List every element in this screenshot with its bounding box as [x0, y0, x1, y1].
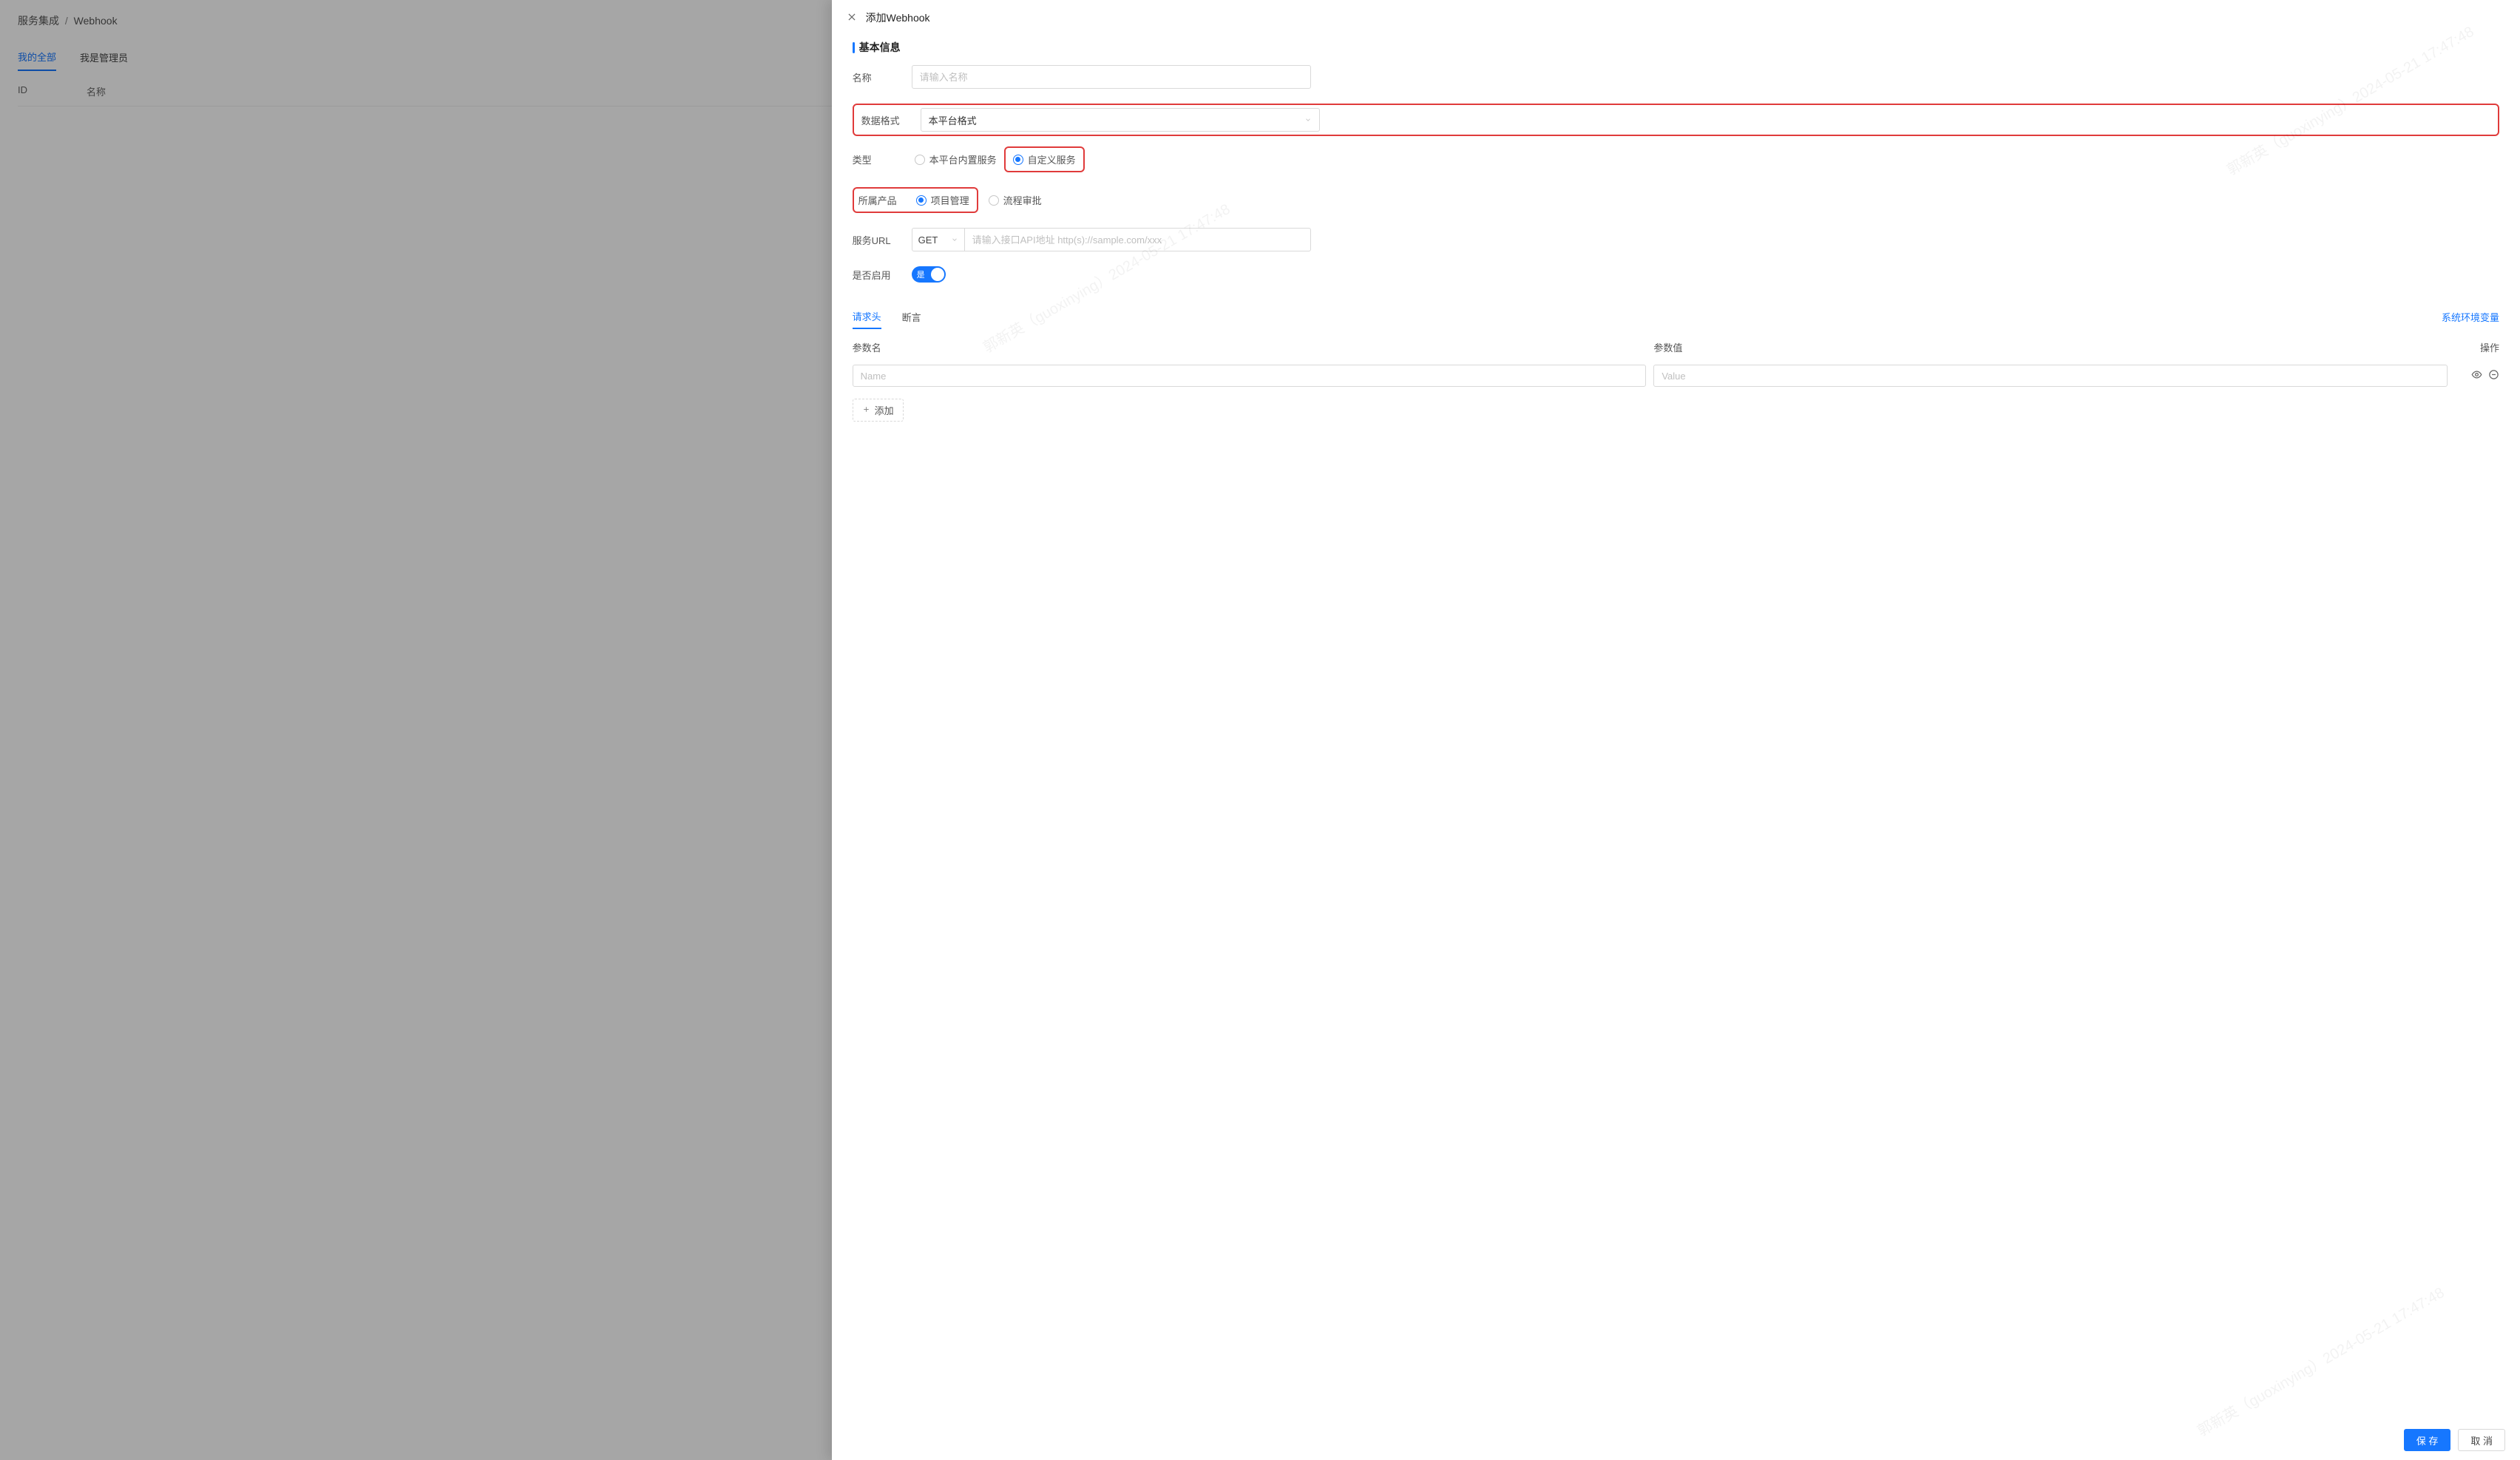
- section-basic-label: 基本信息: [859, 40, 901, 55]
- eye-icon[interactable]: [2471, 369, 2482, 382]
- col-name: 名称: [87, 84, 106, 98]
- row-service-url: 服务URL GET: [853, 228, 2499, 251]
- label-service-url: 服务URL: [853, 233, 912, 247]
- drawer-footer: 保 存 取 消: [832, 1420, 2520, 1460]
- col-param-ops: 操作: [2455, 340, 2499, 354]
- label-name: 名称: [853, 70, 912, 84]
- add-param-button[interactable]: 添加: [853, 399, 904, 422]
- row-product: 所属产品 项目管理 流程审批: [853, 187, 2499, 213]
- name-input[interactable]: [912, 65, 1311, 89]
- radio-product-approval[interactable]: 流程审批: [986, 192, 1045, 209]
- tab-all-mine[interactable]: 我的全部: [18, 50, 56, 71]
- param-row: [853, 365, 2499, 387]
- tab-request-headers[interactable]: 请求头: [853, 305, 881, 329]
- data-format-value: 本平台格式: [929, 113, 977, 127]
- row-enabled: 是否启用 是: [853, 266, 2499, 283]
- highlight-data-format: 数据格式 本平台格式: [853, 104, 2499, 136]
- radio-circle-icon: [916, 195, 927, 206]
- service-url-input[interactable]: [965, 228, 1311, 251]
- radio-circle-icon: [989, 195, 999, 206]
- drawer-header: 添加Webhook: [832, 0, 2520, 33]
- tab-admin[interactable]: 我是管理员: [80, 50, 128, 70]
- chevron-down-icon: [951, 234, 958, 246]
- section-basic-title: 基本信息: [853, 40, 2499, 55]
- system-env-vars-link[interactable]: 系统环境变量: [2442, 310, 2499, 324]
- toggle-knob: [931, 268, 944, 281]
- radio-type-builtin-label: 本平台内置服务: [929, 152, 997, 166]
- param-name-input[interactable]: [853, 365, 1647, 387]
- label-data-format: 数据格式: [861, 113, 921, 127]
- row-name: 名称: [853, 65, 2499, 89]
- highlight-product: 所属产品 项目管理: [853, 187, 978, 213]
- remove-icon[interactable]: [2488, 369, 2499, 382]
- radio-type-builtin[interactable]: 本平台内置服务: [912, 151, 1000, 168]
- http-method-select[interactable]: GET: [912, 228, 965, 251]
- add-webhook-drawer: 添加Webhook 基本信息 名称 数据格式 本平台格式: [832, 0, 2520, 1460]
- chevron-down-icon: [1304, 115, 1312, 126]
- breadcrumb-sep: /: [65, 15, 68, 27]
- breadcrumb-root[interactable]: 服务集成: [18, 15, 59, 27]
- breadcrumb-current: Webhook: [74, 15, 118, 27]
- param-actions: [2455, 369, 2499, 382]
- label-product: 所属产品: [858, 193, 913, 207]
- data-format-select[interactable]: 本平台格式: [921, 108, 1320, 132]
- sub-tabbar: 请求头 断言 系统环境变量: [853, 305, 2499, 330]
- type-radio-group: 本平台内置服务 自定义服务: [912, 146, 1085, 172]
- radio-circle-icon: [915, 155, 925, 165]
- radio-product-approval-label: 流程审批: [1003, 193, 1042, 207]
- param-value-input[interactable]: [1653, 365, 2448, 387]
- col-id: ID: [18, 84, 27, 98]
- watermark: 郭新英（guoxinying）2024-05-21 17:47:48: [2192, 1281, 2448, 1420]
- radio-type-custom[interactable]: 自定义服务: [1010, 151, 1079, 168]
- label-type: 类型: [853, 152, 912, 166]
- http-method-value: GET: [918, 234, 938, 246]
- save-button[interactable]: 保 存: [2404, 1429, 2451, 1451]
- close-icon[interactable]: [847, 12, 857, 24]
- plus-icon: [862, 405, 870, 416]
- col-param-value: 参数值: [1653, 340, 2448, 354]
- radio-product-pm-label: 项目管理: [931, 193, 969, 207]
- label-enabled: 是否启用: [853, 268, 912, 282]
- enabled-toggle[interactable]: 是: [912, 266, 946, 283]
- drawer-body: 基本信息 名称 数据格式 本平台格式 类型: [832, 33, 2520, 1420]
- drawer-title: 添加Webhook: [866, 10, 930, 25]
- param-table-header: 参数名 参数值 操作: [853, 340, 2499, 354]
- tab-assertion[interactable]: 断言: [902, 305, 921, 328]
- highlight-type-custom: 自定义服务: [1004, 146, 1085, 172]
- radio-type-custom-label: 自定义服务: [1028, 152, 1076, 166]
- col-param-name: 参数名: [853, 340, 1647, 354]
- row-type: 类型 本平台内置服务 自定义服务: [853, 146, 2499, 172]
- radio-product-pm[interactable]: 项目管理: [913, 192, 972, 209]
- add-param-label: 添加: [875, 403, 894, 417]
- radio-circle-icon: [1013, 155, 1023, 165]
- cancel-button[interactable]: 取 消: [2458, 1429, 2505, 1451]
- toggle-on-label: 是: [917, 268, 925, 280]
